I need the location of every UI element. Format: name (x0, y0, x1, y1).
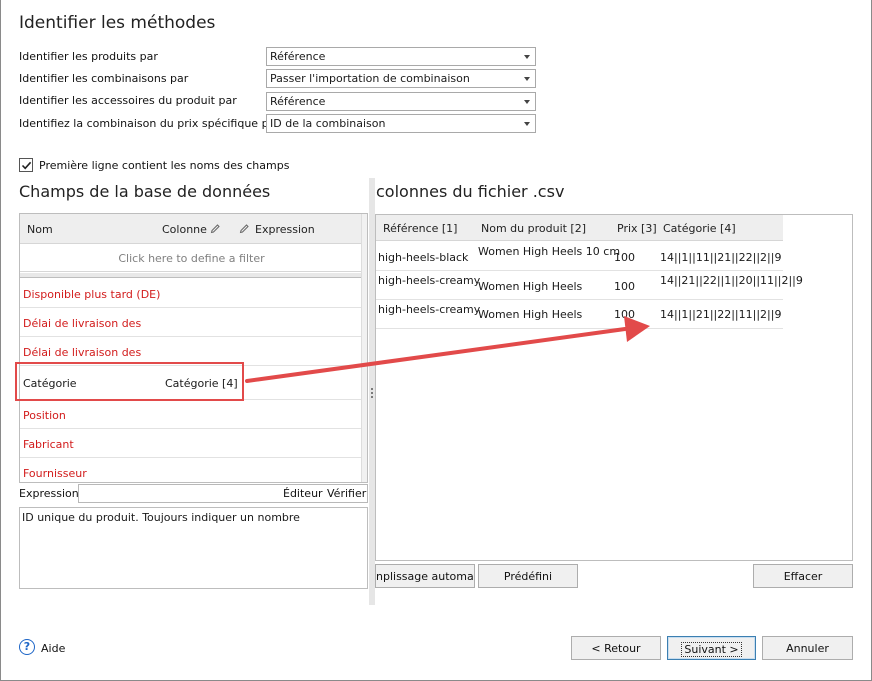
chevron-down-icon (524, 100, 530, 104)
field-name: Fournisseur (23, 467, 87, 480)
csv-cell: 100 (614, 251, 635, 264)
csv-cell: 14||21||22||1||20||11||2||9 (660, 274, 803, 287)
database-fields-grid: Nom Colonne Expression Click here to def… (19, 213, 368, 483)
column-header-name[interactable]: Nom (27, 223, 53, 236)
pencil-icon (210, 224, 220, 234)
csv-column-header[interactable]: Prix [3] (617, 222, 657, 235)
page-title: Identifier les méthodes (19, 13, 216, 33)
identify-combinations-value: Passer l'importation de combinaison (270, 72, 470, 85)
identify-products-select[interactable]: Référence (266, 47, 536, 66)
autofill-button[interactable]: nplissage automatiq (375, 564, 475, 588)
csv-data-row[interactable]: high-heels-creamy Women High Heels 100 1… (376, 271, 803, 300)
csv-data-row[interactable]: high-heels-creamy Women High Heels 100 1… (376, 300, 783, 329)
first-row-header-checkbox[interactable] (19, 158, 33, 172)
field-name: Position (23, 409, 66, 422)
help-link[interactable]: Aide (41, 642, 65, 655)
field-row[interactable]: Délai de livraison des (20, 308, 361, 337)
csv-cell: high-heels-creamy (378, 303, 481, 316)
expression-label: Expression (19, 487, 79, 500)
field-row[interactable]: Disponible plus tard (DE) (20, 279, 361, 308)
back-button[interactable]: < Retour (571, 636, 661, 660)
csv-cell: 100 (614, 308, 635, 321)
help-circle-icon[interactable]: ? (19, 639, 35, 655)
field-name: Fabricant (23, 438, 74, 451)
csv-cell: Women High Heels (478, 308, 583, 321)
splitter-grip (371, 396, 373, 398)
verify-button[interactable]: Vérifier (327, 487, 366, 500)
filter-row[interactable]: Click here to define a filter (20, 245, 363, 272)
csv-column-header[interactable]: Nom du produit [2] (481, 222, 586, 235)
identify-combinations-select[interactable]: Passer l'importation de combinaison (266, 69, 536, 88)
grid-header: Nom Colonne Expression (20, 214, 363, 244)
identify-specific-price-value: ID de la combinaison (270, 117, 386, 130)
chevron-down-icon (524, 55, 530, 59)
expression-input[interactable] (78, 484, 368, 503)
identify-specific-price-label: Identifiez la combinaison du prix spécif… (19, 117, 280, 130)
csv-data-row[interactable]: high-heels-black Women High Heels 10 cm … (376, 242, 783, 271)
field-name: Délai de livraison des (23, 346, 142, 359)
csv-cell: 14||1||11||21||22||2||9 (660, 251, 782, 264)
column-header-expression[interactable]: Expression (255, 223, 315, 236)
clear-button[interactable]: Effacer (753, 564, 853, 588)
csv-cell: high-heels-creamy (378, 274, 481, 287)
pencil-icon (239, 224, 249, 234)
identify-specific-price-select[interactable]: ID de la combinaison (266, 114, 536, 133)
csv-cell: high-heels-black (378, 251, 469, 264)
next-button[interactable]: Suivant > (667, 636, 756, 660)
field-name: Délai de livraison des (23, 317, 142, 330)
field-row[interactable]: Position (20, 400, 361, 429)
csv-cell: 14||1||21||22||11||2||9 (660, 308, 782, 321)
splitter-grip (371, 392, 373, 394)
first-row-header-label: Première ligne contient les noms des cha… (39, 159, 290, 172)
grid-separator (20, 273, 363, 278)
chevron-down-icon (524, 122, 530, 126)
identify-products-value: Référence (270, 50, 326, 63)
editor-button[interactable]: Éditeur (283, 487, 323, 500)
csv-cell: Women High Heels 10 cm (478, 245, 621, 258)
column-header-column[interactable]: Colonne (162, 223, 207, 236)
identify-accessories-select[interactable]: Référence (266, 92, 536, 111)
csv-cell: 100 (614, 280, 635, 293)
csv-columns-title: colonnes du fichier .csv (376, 182, 565, 201)
csv-cell: Women High Heels (478, 280, 583, 293)
csv-header-row: Référence [1] Nom du produit [2] Prix [3… (376, 215, 783, 241)
csv-columns-grid: Référence [1] Nom du produit [2] Prix [3… (375, 214, 853, 561)
identify-products-label: Identifier les produits par (19, 50, 158, 63)
predefined-button[interactable]: Prédéfini (478, 564, 578, 588)
field-description-textarea[interactable]: ID unique du produit. Toujours indiquer … (19, 507, 368, 589)
csv-column-header[interactable]: Catégorie [4] (663, 222, 736, 235)
identify-combinations-label: Identifier les combinaisons par (19, 72, 189, 85)
identify-accessories-value: Référence (270, 95, 326, 108)
identify-accessories-label: Identifier les accessoires du produit pa… (19, 94, 237, 107)
grid-scrollbar[interactable] (361, 214, 367, 482)
splitter-grip (371, 388, 373, 390)
cancel-button[interactable]: Annuler (762, 636, 853, 660)
chevron-down-icon (524, 77, 530, 81)
csv-column-header[interactable]: Référence [1] (383, 222, 457, 235)
field-name: Disponible plus tard (DE) (23, 288, 161, 301)
field-row[interactable]: Fabricant (20, 429, 361, 458)
highlight-annotation-box (15, 362, 244, 401)
next-button-label: Suivant > (681, 642, 742, 657)
database-fields-title: Champs de la base de données (19, 182, 271, 201)
field-row[interactable]: Fournisseur (20, 458, 361, 482)
checkmark-icon (21, 161, 32, 170)
